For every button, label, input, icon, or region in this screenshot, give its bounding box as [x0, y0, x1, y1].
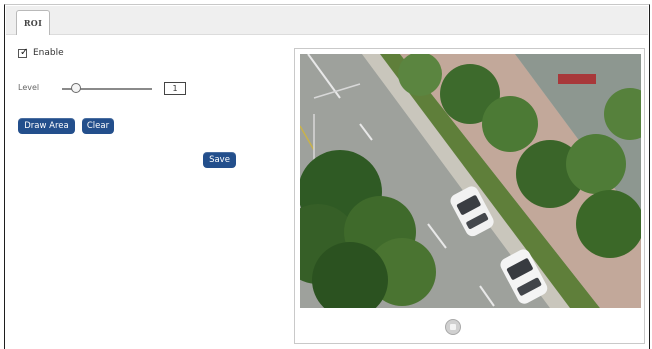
level-row: Level 1	[18, 80, 198, 98]
level-value-field[interactable]: 1	[164, 82, 186, 95]
enable-checkbox[interactable]: ✓	[18, 46, 29, 58]
tab-roi[interactable]: ROI	[16, 10, 50, 35]
draw-area-button[interactable]: Draw Area	[18, 118, 75, 134]
checkmark-icon: ✓	[20, 46, 29, 58]
enable-label: Enable	[33, 48, 64, 58]
level-label: Level	[18, 83, 40, 92]
level-slider-thumb[interactable]	[70, 83, 81, 93]
camera-preview-image[interactable]	[300, 54, 641, 308]
stop-icon[interactable]	[445, 319, 461, 335]
video-preview-frame	[294, 48, 645, 344]
tab-strip: ROI	[6, 6, 648, 35]
save-button[interactable]: Save	[203, 152, 236, 168]
clear-button[interactable]: Clear	[82, 118, 114, 134]
enable-row: ✓ Enable	[18, 46, 64, 60]
